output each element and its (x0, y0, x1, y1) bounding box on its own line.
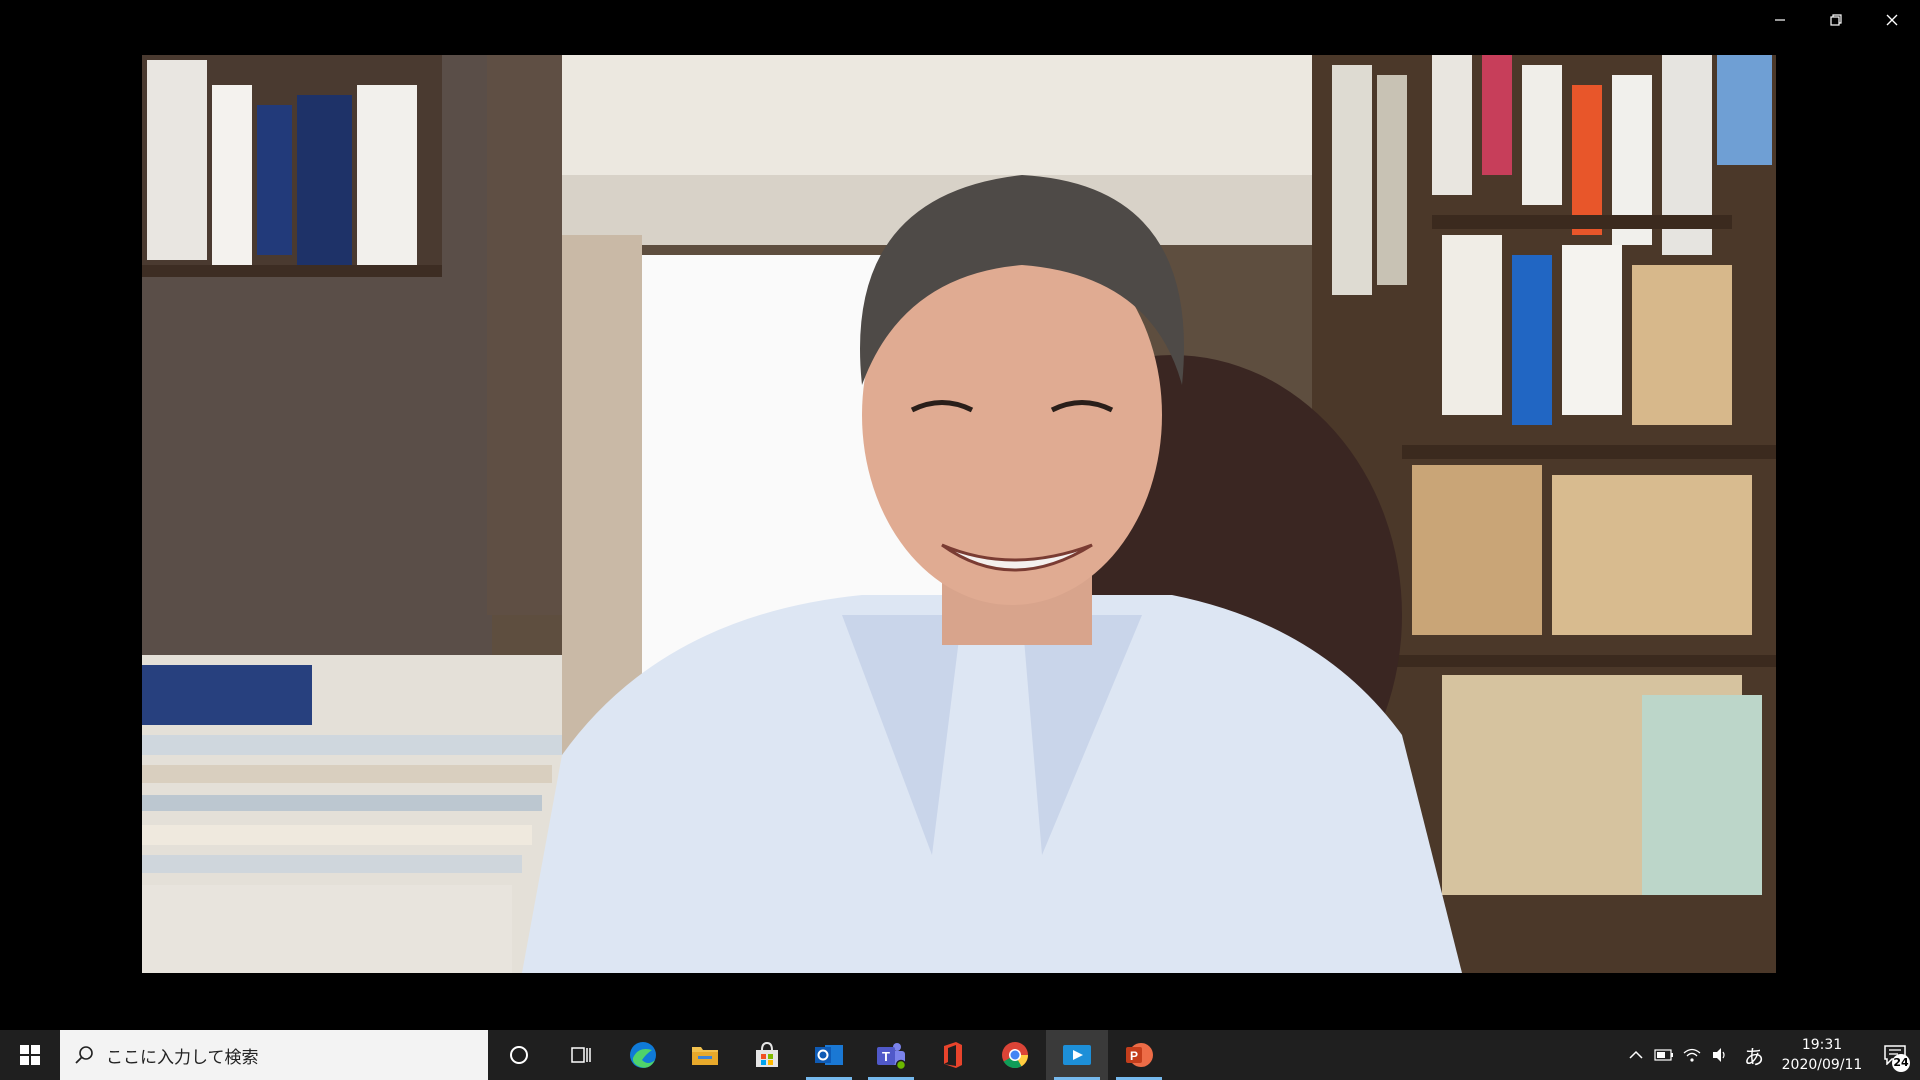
action-center-button[interactable]: 24 (1870, 1030, 1920, 1080)
office-button[interactable] (922, 1030, 984, 1080)
clock-date: 2020/09/11 (1781, 1057, 1863, 1073)
windows-logo-icon (20, 1045, 40, 1065)
cortana-circle-icon (510, 1046, 528, 1064)
chevron-up-icon (1629, 1050, 1643, 1059)
office-icon (944, 1042, 962, 1068)
minimize-button[interactable] (1752, 0, 1808, 40)
taskbar: ここに入力して検索 T P あ 19:31 2020/09/11 24 (0, 1030, 1920, 1080)
teams-icon: T (877, 1043, 907, 1070)
battery-button[interactable] (1650, 1030, 1678, 1080)
powerpoint-icon: P (1126, 1043, 1153, 1067)
restore-icon (1830, 14, 1842, 26)
chrome-icon (1002, 1042, 1029, 1069)
file-explorer-button[interactable] (674, 1030, 736, 1080)
task-view-icon (571, 1047, 591, 1063)
close-icon (1886, 14, 1898, 26)
search-placeholder: ここに入力して検索 (106, 1047, 259, 1068)
window-controls (1752, 0, 1920, 40)
volume-button[interactable] (1706, 1030, 1734, 1080)
powerpoint-button[interactable]: P (1108, 1030, 1170, 1080)
show-hidden-icons-button[interactable] (1622, 1030, 1650, 1080)
speaker-icon (1713, 1048, 1725, 1062)
system-tray: あ 19:31 2020/09/11 24 (1622, 1030, 1920, 1080)
search-box[interactable]: ここに入力して検索 (60, 1030, 488, 1080)
minimize-icon (1775, 19, 1785, 21)
chrome-button[interactable] (984, 1030, 1046, 1080)
video-play-icon (1063, 1045, 1091, 1065)
svg-text:P: P (1130, 1049, 1138, 1063)
cortana-button[interactable] (488, 1030, 550, 1080)
outlook-button[interactable] (798, 1030, 860, 1080)
webcam-scene-image (142, 55, 1776, 973)
store-button[interactable] (736, 1030, 798, 1080)
edge-icon (630, 1042, 656, 1068)
wifi-icon (1683, 1048, 1701, 1062)
start-button[interactable] (0, 1030, 60, 1080)
svg-text:T: T (882, 1049, 890, 1064)
ime-indicator[interactable]: あ (1734, 1041, 1774, 1070)
folder-icon (692, 1047, 718, 1065)
clock[interactable]: 19:31 2020/09/11 (1774, 1035, 1870, 1075)
close-button[interactable] (1864, 0, 1920, 40)
video-feed[interactable] (142, 55, 1776, 973)
clock-time: 19:31 (1801, 1037, 1843, 1053)
teams-button[interactable]: T (860, 1030, 922, 1080)
battery-icon (1654, 1049, 1673, 1061)
restore-button[interactable] (1808, 0, 1864, 40)
edge-button[interactable] (612, 1030, 674, 1080)
store-bag-icon (756, 1041, 778, 1067)
video-app-button[interactable] (1046, 1030, 1108, 1080)
task-view-button[interactable] (550, 1030, 612, 1080)
notification-count-badge: 24 (1892, 1054, 1910, 1072)
outlook-icon (815, 1045, 843, 1065)
search-icon (75, 1046, 93, 1064)
network-button[interactable] (1678, 1030, 1706, 1080)
